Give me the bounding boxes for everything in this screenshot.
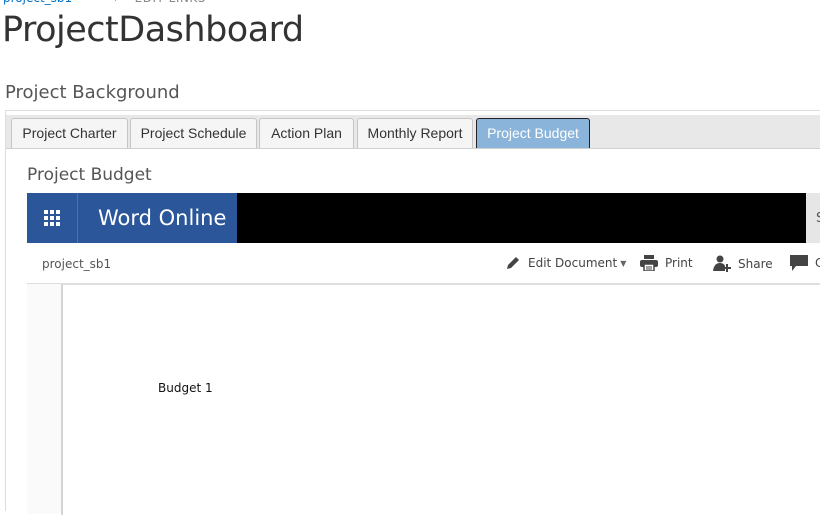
tab-project-budget[interactable]: Project Budget: [476, 118, 590, 148]
edit-document-label: Edit Document: [528, 256, 618, 270]
pencil-icon: [507, 257, 519, 269]
breadcrumb-separator: ›: [114, 0, 119, 5]
page-title: ProjectDashboard: [2, 10, 304, 50]
header-right-truncated[interactable]: S: [806, 193, 820, 243]
document-body-text: Budget 1: [158, 381, 213, 395]
edit-document-button[interactable]: Edit Document ▼: [505, 255, 626, 271]
site-link[interactable]: project_sb1: [3, 0, 72, 5]
panel-title: Project Budget: [27, 165, 152, 185]
command-bar: [27, 243, 820, 284]
document-page[interactable]: [61, 284, 820, 515]
tab-project-schedule[interactable]: Project Schedule: [130, 118, 257, 148]
share-person-icon: [713, 255, 731, 272]
comment-icon: [790, 255, 808, 271]
print-button[interactable]: Print: [640, 255, 693, 271]
chevron-down-icon: ▼: [620, 258, 627, 268]
share-button[interactable]: Share: [713, 255, 773, 273]
edit-links-link[interactable]: EDIT LINKS: [135, 0, 206, 5]
waffle-grid-icon: [44, 210, 60, 226]
print-label: Print: [665, 256, 693, 270]
share-label: Share: [738, 257, 773, 271]
app-launcher-button[interactable]: [27, 193, 77, 243]
document-name: project_sb1: [42, 257, 112, 271]
breadcrumb: project_sb1 › EDIT LINKS: [3, 0, 206, 5]
comments-label: C: [815, 256, 820, 270]
word-online-brand[interactable]: Word Online: [78, 193, 237, 243]
comments-button[interactable]: C: [790, 255, 820, 271]
tab-monthly-report[interactable]: Monthly Report: [357, 118, 473, 148]
tab-action-plan[interactable]: Action Plan: [259, 118, 354, 148]
tab-project-charter[interactable]: Project Charter: [11, 118, 128, 148]
printer-icon: [640, 255, 658, 271]
section-title: Project Background: [5, 82, 180, 103]
